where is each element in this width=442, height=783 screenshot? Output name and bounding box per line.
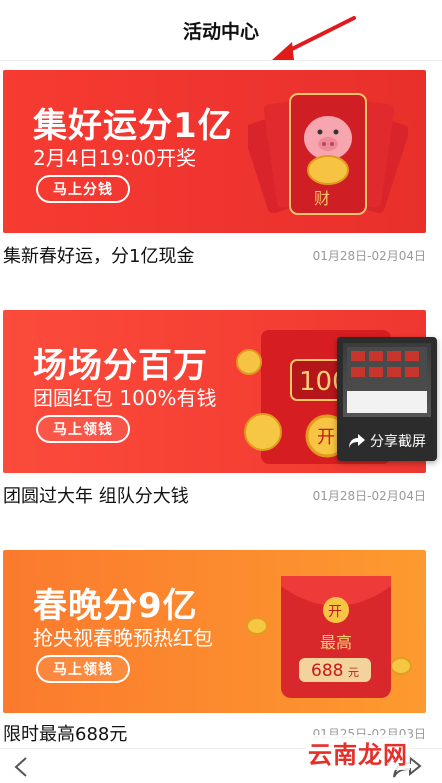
- art-unit-text: 元: [348, 666, 359, 679]
- page-title: 活动中心: [182, 20, 259, 43]
- get-money-button[interactable]: 马上领钱: [36, 655, 130, 683]
- activity-date-range: 01月28日-02月04日: [312, 488, 426, 503]
- share-screenshot-button[interactable]: 分享截屏: [337, 421, 437, 461]
- activity-banner-1[interactable]: 集好运分1亿 2月4日19:00开奖 马上分钱 财: [3, 70, 426, 233]
- art-caifu-text: 财: [314, 189, 330, 208]
- share-arrow-icon: [349, 434, 365, 448]
- red-envelope-688-art: 开 最高 688 元: [246, 576, 412, 698]
- art-open-text: 开: [328, 604, 342, 620]
- activity-banner-3[interactable]: 春晚分9亿 抢央视春晚预热红包 马上领钱 开 最高 688 元: [3, 550, 426, 713]
- banner-title: 场场分百万: [33, 346, 208, 386]
- screenshot-share-popup[interactable]: 分享截屏: [337, 337, 437, 461]
- banner-subtitle: 团圆红包 100%有钱: [33, 386, 217, 410]
- art-max-label: 最高: [320, 633, 352, 652]
- get-money-button[interactable]: 马上领钱: [36, 415, 130, 443]
- share-screenshot-label: 分享截屏: [370, 434, 426, 450]
- banner-title: 春晚分9亿: [33, 586, 198, 626]
- red-envelope-pig-art: 财: [248, 93, 408, 215]
- activity-caption: 集新春好运，分1亿现金: [3, 246, 195, 267]
- page-header: 活动中心: [0, 0, 442, 61]
- art-open-text: 开: [317, 427, 335, 448]
- activity-row-2[interactable]: 团圆过大年 组队分大钱 01月28日-02月04日: [3, 480, 426, 510]
- activity-caption: 团圆过大年 组队分大钱: [3, 486, 189, 507]
- banner-subtitle: 抢央视春晚预热红包: [33, 626, 213, 650]
- annotation-arrow-icon: [272, 16, 356, 60]
- back-arrow-icon[interactable]: [10, 755, 34, 779]
- watermark-logo: 云南龙网: [306, 735, 410, 770]
- share-money-button[interactable]: 马上分钱: [36, 175, 130, 203]
- banner-subtitle: 2月4日19:00开奖: [33, 146, 197, 170]
- art-amount-text: 688: [311, 661, 343, 681]
- activity-date-range: 01月28日-02月04日: [312, 248, 426, 263]
- banner-title: 集好运分1亿: [33, 106, 233, 146]
- activity-caption: 限时最高688元: [3, 724, 128, 745]
- screenshot-thumbnail: [343, 343, 431, 417]
- activity-row-1[interactable]: 集新春好运，分1亿现金 01月28日-02月04日: [3, 240, 426, 270]
